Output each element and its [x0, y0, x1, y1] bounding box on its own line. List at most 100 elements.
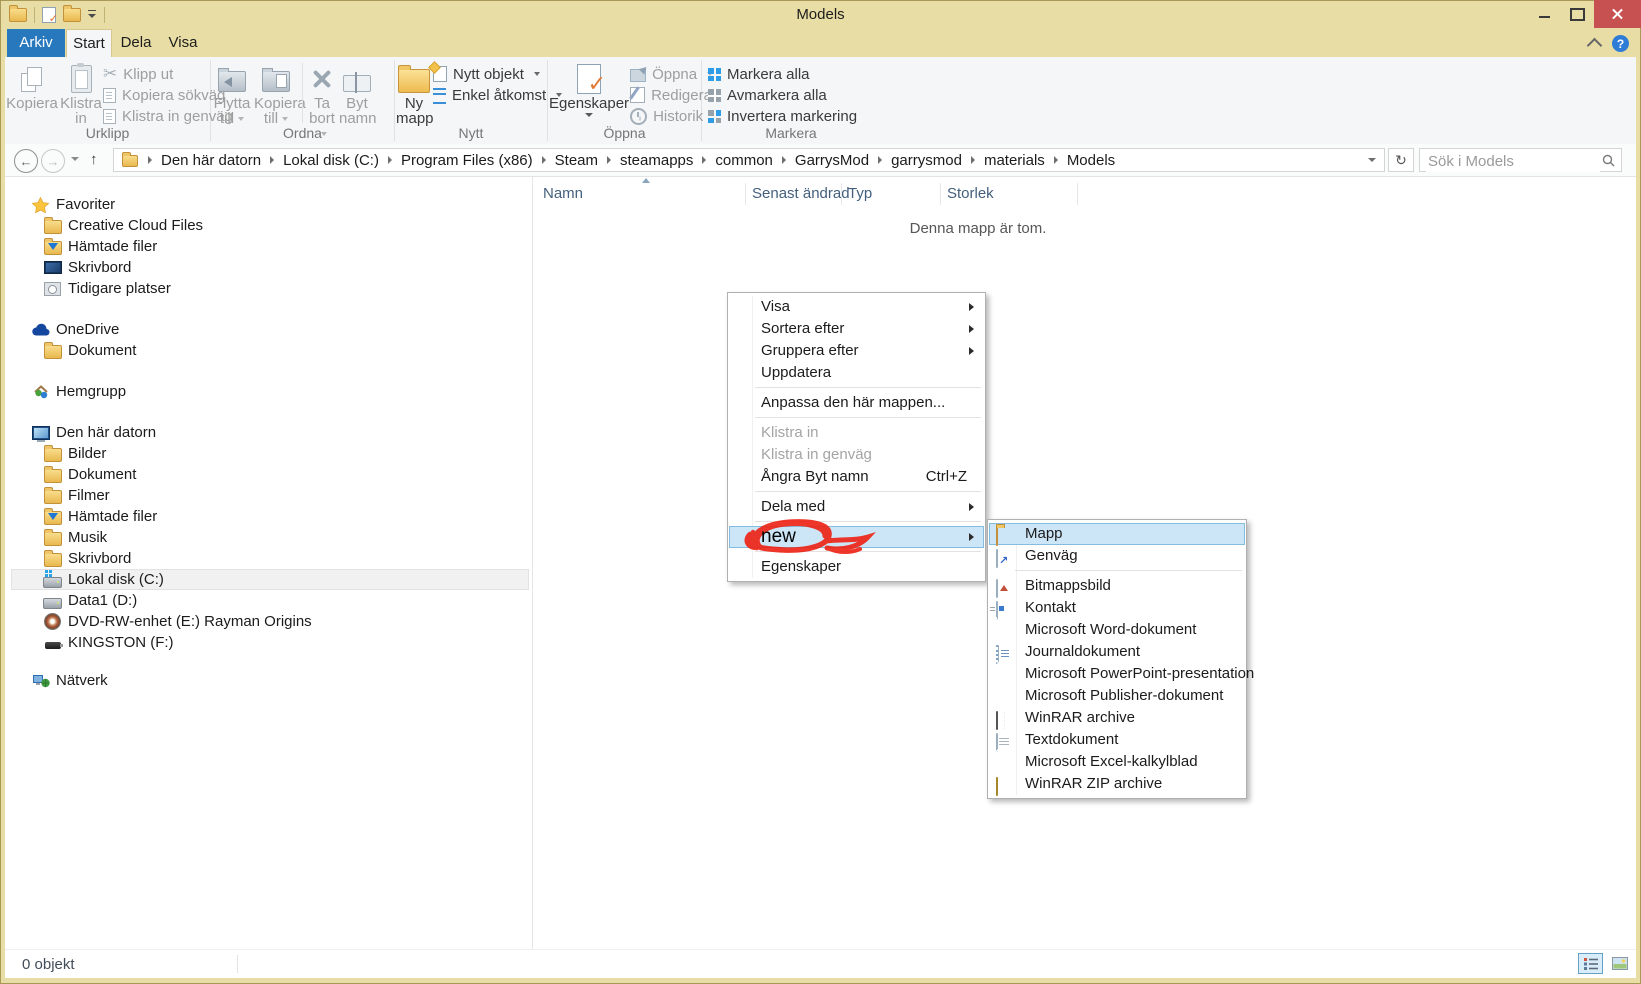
submenu-item-bitmappsbild[interactable]: Bitmappsbild	[989, 575, 1245, 598]
sidebar-item-tidigare-platser[interactable]: Tidigare platser	[5, 278, 532, 299]
submenu-item-excel[interactable]: Microsoft Excel-kalkylblad	[989, 751, 1245, 773]
menu-item-gruppera-efter[interactable]: Gruppera efter	[729, 340, 984, 362]
column-header-senast-andrad[interactable]: Senast ändrad	[752, 185, 850, 202]
tab-arkiv[interactable]: Arkiv	[7, 29, 65, 57]
qat-separator	[104, 6, 105, 23]
submenu-item-publisher[interactable]: Microsoft Publisher-dokument	[989, 685, 1245, 707]
back-button[interactable]	[14, 149, 38, 173]
menu-item-new[interactable]: new	[729, 519, 984, 554]
breadcrumb-bar[interactable]: Den här datorn Lokal disk (C:) Program F…	[113, 148, 1385, 172]
submenu-item-winrar-zip[interactable]: WinRAR ZIP archive	[989, 773, 1245, 796]
submenu-item-kontakt[interactable]: Kontakt	[989, 597, 1245, 620]
byt-namn-button[interactable]: Byt namn	[338, 60, 377, 128]
menu-item-klistra-in[interactable]: Klistra in	[729, 422, 984, 444]
refresh-button[interactable]	[1388, 148, 1414, 172]
breadcrumb-segment[interactable]: Models	[1067, 152, 1115, 169]
sidebar-item-dvd-e[interactable]: DVD-RW-enhet (E:) Rayman Origins	[5, 611, 532, 632]
minimize-ribbon-icon[interactable]	[1586, 37, 1603, 54]
sidebar-item-filmer[interactable]: Filmer	[5, 485, 532, 506]
sidebar-item-skrivbord[interactable]: Skrivbord	[5, 257, 532, 278]
klistra-in-button[interactable]: Klistra in	[59, 60, 103, 128]
breadcrumb-segment[interactable]: garrysmod	[891, 152, 962, 169]
breadcrumb-segment[interactable]: steamapps	[620, 152, 693, 169]
sidebar-item-skrivbord-2[interactable]: Skrivbord	[5, 548, 532, 569]
invertera-markering-button[interactable]: Invertera markering	[708, 108, 857, 125]
menu-item-dela-med[interactable]: Dela med	[729, 496, 984, 518]
flytta-till-button[interactable]: Flytta till	[211, 60, 253, 128]
search-box[interactable]	[1419, 148, 1622, 172]
sidebar-item-hamt-filer-2[interactable]: Hämtade filer	[5, 506, 532, 527]
explorer-folder-icon[interactable]	[9, 4, 27, 22]
breadcrumb-segment[interactable]: GarrysMod	[795, 152, 869, 169]
submenu-item-genvag[interactable]: Genväg	[989, 545, 1245, 568]
sidebar-item-favoriter[interactable]: Favoriter	[5, 194, 532, 215]
menu-item-klistra-in-genvag[interactable]: Klistra in genväg	[729, 444, 984, 466]
minimize-button[interactable]	[1528, 0, 1561, 28]
sidebar-item-kingston-f[interactable]: KINGSTON (F:)	[5, 632, 532, 653]
sidebar-item-creative-cloud-files[interactable]: Creative Cloud Files	[5, 215, 532, 236]
kopiera-till-button[interactable]: Kopiera till	[253, 60, 306, 128]
customize-qat-icon[interactable]	[88, 10, 97, 19]
breadcrumb-segment[interactable]: Den här datorn	[161, 152, 261, 169]
menu-item-egenskaper[interactable]: Egenskaper	[729, 556, 984, 578]
forward-button[interactable]	[41, 149, 65, 173]
submenu-item-textdokument[interactable]: Textdokument	[989, 729, 1245, 752]
sidebar-item-onedrive-dokument[interactable]: Dokument	[5, 340, 532, 361]
menu-item-sortera-efter[interactable]: Sortera efter	[729, 318, 984, 340]
submenu-item-mapp[interactable]: Mapp	[989, 523, 1245, 546]
breadcrumb-segment[interactable]: materials	[984, 152, 1045, 169]
redigera-button[interactable]: Redigera	[630, 87, 713, 104]
up-button[interactable]	[90, 151, 98, 168]
ny-mapp-button[interactable]: Ny mapp	[395, 60, 434, 128]
sidebar-item-dokument[interactable]: Dokument	[5, 464, 532, 485]
egenskaper-button[interactable]: Egenskaper	[548, 60, 630, 119]
kopiera-button[interactable]: Kopiera	[5, 60, 59, 113]
oppna-button[interactable]: Öppna	[630, 66, 713, 83]
tab-dela[interactable]: Dela	[114, 29, 158, 57]
new-item-icon	[433, 66, 447, 82]
menu-item-uppdatera[interactable]: Uppdatera	[729, 362, 984, 384]
column-header-typ[interactable]: Typ	[848, 185, 872, 202]
column-header-storlek[interactable]: Storlek	[947, 185, 994, 202]
recent-locations-caret-icon[interactable]	[71, 157, 79, 161]
markera-alla-button[interactable]: Markera alla	[708, 66, 857, 83]
enkel-atkomst-button[interactable]: Enkel åtkomst	[433, 87, 562, 104]
properties-icon[interactable]	[42, 6, 58, 25]
address-dropdown-icon[interactable]	[1368, 158, 1376, 162]
historik-button[interactable]: Historik	[630, 107, 713, 125]
sidebar-item-data1-d[interactable]: Data1 (D:)	[5, 590, 532, 611]
thumbnail-view-button[interactable]	[1607, 953, 1632, 974]
submenu-item-word[interactable]: Microsoft Word-dokument	[989, 619, 1245, 641]
sidebar-item-onedrive[interactable]: OneDrive	[5, 319, 532, 340]
submenu-item-journal[interactable]: Journaldokument	[989, 641, 1245, 664]
close-button[interactable]	[1594, 0, 1641, 28]
sidebar-item-hemgrupp[interactable]: Hemgrupp	[5, 381, 532, 402]
breadcrumb-segment[interactable]: Program Files (x86)	[401, 152, 533, 169]
avmarkera-alla-button[interactable]: Avmarkera alla	[708, 87, 857, 104]
maximize-button[interactable]	[1561, 0, 1594, 28]
sidebar-item-musik[interactable]: Musik	[5, 527, 532, 548]
breadcrumb-segment[interactable]: Steam	[555, 152, 598, 169]
column-header-namn[interactable]: Namn	[543, 185, 583, 202]
sidebar-item-den-har-datorn[interactable]: Den här datorn	[5, 422, 532, 443]
breadcrumb-segment[interactable]: common	[715, 152, 773, 169]
sidebar-item-natverk[interactable]: Nätverk	[5, 670, 532, 691]
help-icon[interactable]	[1612, 35, 1629, 52]
tab-start[interactable]: Start	[66, 29, 112, 57]
menu-item-anpassa-mappen[interactable]: Anpassa den här mappen...	[729, 392, 984, 414]
nytt-objekt-button[interactable]: Nytt objekt	[433, 66, 562, 83]
sidebar-item-bilder[interactable]: Bilder	[5, 443, 532, 464]
menu-item-visa[interactable]: Visa	[729, 296, 984, 318]
tab-visa[interactable]: Visa	[162, 29, 204, 57]
sidebar-item-hamtade-filer[interactable]: Hämtade filer	[5, 236, 532, 257]
sidebar-item-lokal-disk-c[interactable]: Lokal disk (C:)	[11, 569, 529, 590]
details-view-button[interactable]	[1578, 953, 1603, 974]
search-input[interactable]	[1426, 150, 1600, 172]
submenu-item-winrar[interactable]: WinRAR archive	[989, 707, 1245, 730]
submenu-item-powerpoint[interactable]: Microsoft PowerPoint-presentation	[989, 663, 1254, 685]
menu-item-angra-byt-namn[interactable]: Ångra Byt namn Ctrl+Z	[729, 466, 984, 488]
ribbon-group-oppna: Egenskaper Öppna Redigera Historik Öppna	[548, 57, 712, 144]
breadcrumb-segment[interactable]: Lokal disk (C:)	[283, 152, 379, 169]
new-folder-icon[interactable]	[63, 4, 81, 22]
search-icon	[1602, 154, 1615, 167]
